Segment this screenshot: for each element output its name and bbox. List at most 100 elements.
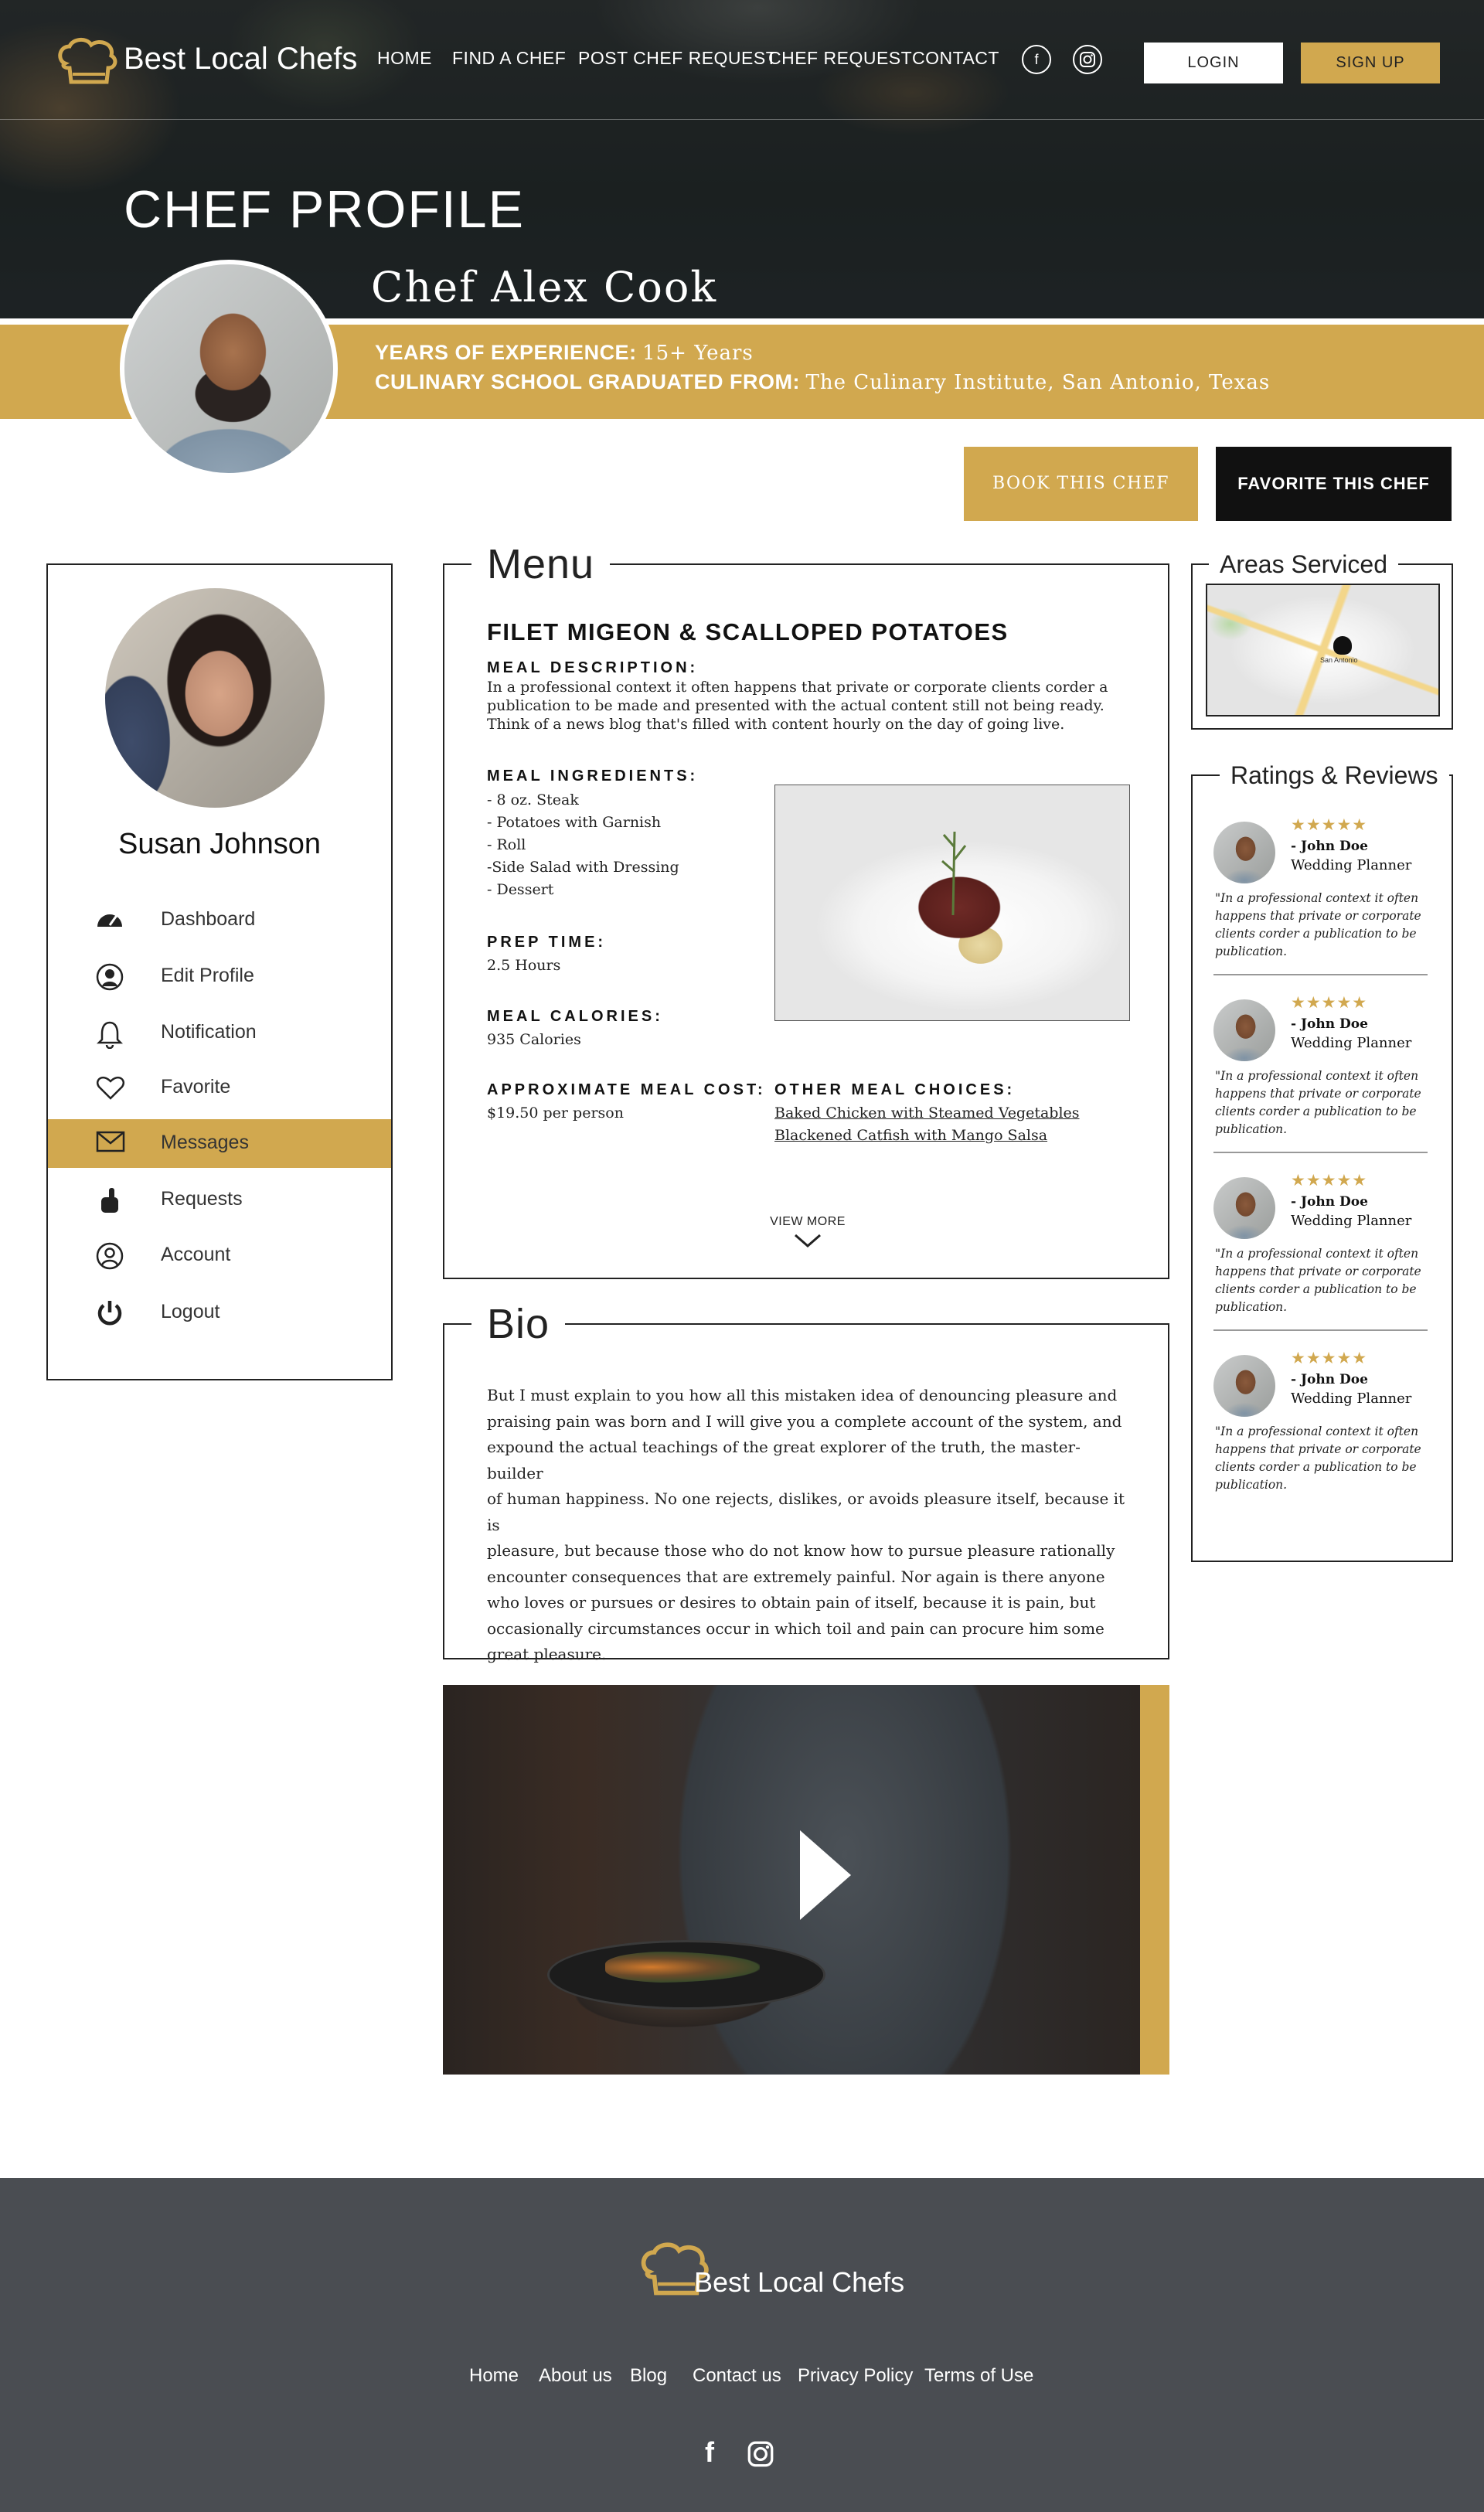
- sidebar-item-label: Edit Profile: [161, 965, 254, 986]
- heart-icon: [96, 1074, 124, 1102]
- favorite-chef-button[interactable]: FAVORITE THIS CHEF: [1216, 447, 1452, 521]
- other-meal-link[interactable]: Blackened Catfish with Mango Salsa: [774, 1125, 1080, 1147]
- sidebar-item-label: Account: [161, 1244, 231, 1265]
- chef-video[interactable]: [443, 1685, 1169, 2075]
- sidebar-item-favorite[interactable]: Favorite: [48, 1064, 391, 1112]
- review-line: "In a professional context it often: [1215, 1069, 1419, 1083]
- sidebar-item-account[interactable]: Account: [48, 1231, 391, 1280]
- review-divider: [1213, 1152, 1428, 1153]
- meal-calories-label: MEAL CALORIES:: [487, 1008, 663, 1025]
- brand-logo[interactable]: Best Local Chefs: [56, 36, 357, 90]
- map-pin-icon: [1333, 636, 1352, 655]
- dashboard-sidebar: Susan Johnson Dashboard Edit Profile Not…: [46, 563, 393, 1380]
- reviewer-name: - John Doe: [1291, 1372, 1368, 1387]
- reviewer-avatar: [1213, 999, 1275, 1061]
- footer-link-about[interactable]: About us: [539, 2365, 612, 2387]
- review-line: clients corder a publication to be: [1215, 927, 1417, 941]
- nav-chef-request[interactable]: CHEF REQUEST: [768, 48, 912, 69]
- sidebar-item-requests[interactable]: Requests: [48, 1176, 391, 1224]
- page-title: CHEF PROFILE: [124, 180, 525, 239]
- sidebar-item-notification[interactable]: Notification: [48, 1009, 391, 1057]
- sidebar-item-edit-profile[interactable]: Edit Profile: [48, 952, 391, 1001]
- reviewer-name: - John Doe: [1291, 1016, 1368, 1032]
- chef-avatar: [120, 260, 338, 478]
- meal-cost-value: $19.50 per person: [487, 1105, 624, 1122]
- review-line: happens that private or corporate: [1215, 909, 1421, 923]
- ingredient-item: - 8 oz. Steak: [487, 791, 579, 808]
- review-line: clients corder a publication to be: [1215, 1460, 1417, 1474]
- star-rating: ★★★★★: [1291, 1350, 1368, 1367]
- other-meal-link[interactable]: Baked Chicken with Steamed Vegetables: [774, 1102, 1080, 1125]
- sidebar-item-dashboard[interactable]: Dashboard: [48, 896, 391, 945]
- nav-home[interactable]: HOME: [377, 48, 432, 69]
- reviewer-role: Wedding Planner: [1291, 1035, 1412, 1051]
- prep-time-value: 2.5 Hours: [487, 957, 561, 974]
- footer-facebook-icon[interactable]: f: [705, 2439, 727, 2466]
- reviewer-role: Wedding Planner: [1291, 857, 1412, 873]
- user-avatar: [105, 588, 325, 808]
- instagram-icon[interactable]: [1073, 45, 1102, 74]
- envelope-icon: [96, 1130, 125, 1158]
- description-line: In a professional context it often happe…: [487, 679, 1108, 696]
- nav-find-chef[interactable]: FIND A CHEF: [452, 48, 566, 69]
- facebook-icon[interactable]: f: [1022, 45, 1051, 74]
- school-row: CULINARY SCHOOL GRADUATED FROM: The Culi…: [375, 370, 1270, 394]
- sidebar-item-logout[interactable]: Logout: [48, 1288, 391, 1337]
- book-chef-button[interactable]: BOOK THIS CHEF: [964, 447, 1198, 521]
- sidebar-item-label: Requests: [161, 1188, 243, 1210]
- sidebar-item-messages[interactable]: Messages: [48, 1119, 391, 1168]
- footer-instagram-icon[interactable]: [747, 2440, 774, 2468]
- bio-text: But I must explain to you how all this m…: [487, 1383, 1136, 1668]
- nav-divider: [0, 119, 1484, 120]
- sidebar-item-label: Dashboard: [161, 908, 256, 930]
- school-value: The Culinary Institute, San Antonio, Tex…: [805, 371, 1271, 394]
- meal-description-label: MEAL DESCRIPTION:: [487, 659, 699, 676]
- edit-profile-icon: [96, 963, 124, 991]
- review-text: "In a professional context it often happ…: [1215, 890, 1425, 961]
- footer-link-terms[interactable]: Terms of Use: [924, 2365, 1033, 2387]
- login-button[interactable]: LOGIN: [1144, 43, 1283, 83]
- bio-line: occasionally circumstances occur in whic…: [487, 1619, 1104, 1638]
- reviewer-role: Wedding Planner: [1291, 1213, 1412, 1229]
- hand-icon: [96, 1186, 124, 1214]
- experience-value: 15+ Years: [642, 342, 754, 365]
- play-icon[interactable]: [800, 1830, 851, 1920]
- description-line: publication to be made and presented wit…: [487, 697, 1104, 714]
- power-icon: [96, 1299, 124, 1327]
- brand-name: Best Local Chefs: [124, 42, 358, 76]
- review-line: happens that private or corporate: [1215, 1087, 1421, 1101]
- bio-line: who loves or pursues or desires to obtai…: [487, 1593, 1096, 1612]
- nav-contact[interactable]: CONTACT: [912, 48, 999, 69]
- review-line: publication.: [1215, 1300, 1288, 1314]
- review-line: publication.: [1215, 1122, 1288, 1136]
- star-rating: ★★★★★: [1291, 816, 1368, 834]
- reviews-title: Ratings & Reviews: [1220, 762, 1449, 788]
- footer-link-privacy[interactable]: Privacy Policy: [798, 2365, 913, 2387]
- bell-icon: [96, 1019, 124, 1050]
- signup-button[interactable]: SIGN UP: [1301, 43, 1440, 83]
- sidebar-item-label: Logout: [161, 1301, 220, 1322]
- dish-title: FILET MIGEON & SCALLOPED POTATOES: [487, 618, 1009, 645]
- view-more-label: VIEW MORE: [770, 1215, 846, 1228]
- footer-link-contact[interactable]: Contact us: [693, 2365, 781, 2387]
- review-line: clients corder a publication to be: [1215, 1105, 1417, 1118]
- service-area-map[interactable]: San Antonio: [1206, 584, 1440, 716]
- review-line: publication.: [1215, 1478, 1288, 1492]
- footer-brand-logo[interactable]: Best Local Chefs: [638, 2241, 904, 2303]
- prep-time-label: PREP TIME:: [487, 934, 607, 951]
- chef-name: Chef Alex Cook: [371, 263, 718, 311]
- reviewer-name: - John Doe: [1291, 1194, 1368, 1210]
- other-meal-choices-label: OTHER MEAL CHOICES:: [774, 1081, 1016, 1098]
- meal-ingredients: - 8 oz. Steak - Potatoes with Garnish - …: [487, 789, 679, 901]
- footer-link-home[interactable]: Home: [469, 2365, 519, 2387]
- view-more-button[interactable]: VIEW MORE: [757, 1215, 858, 1253]
- ingredient-item: - Roll: [487, 836, 526, 853]
- reviewer-role: Wedding Planner: [1291, 1390, 1412, 1407]
- chevron-down-icon: [795, 1234, 821, 1247]
- bio-line: pleasure, but because those who do not k…: [487, 1541, 1115, 1560]
- footer-link-blog[interactable]: Blog: [630, 2365, 667, 2387]
- dashboard-gauge-icon: [96, 907, 124, 934]
- map-city-label: San Antonio: [1320, 656, 1358, 664]
- nav-post-chef-request[interactable]: POST CHEF REQUEST: [578, 48, 777, 69]
- footer-brand-name: Best Local Chefs: [694, 2266, 905, 2298]
